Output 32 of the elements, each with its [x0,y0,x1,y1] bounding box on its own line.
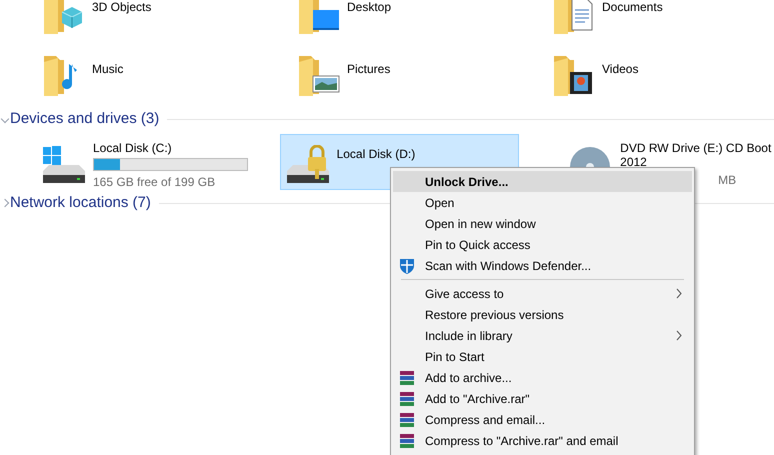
menu-item[interactable]: Give access to [393,283,692,304]
menu-item[interactable]: Pin to Quick access [393,234,692,255]
drive-tile[interactable]: Local Disk (C:) 165 GB free of 199 GB [36,134,276,190]
menu-item[interactable]: Pin to Start [393,346,692,367]
folder-name[interactable]: Videos [602,60,638,78]
menu-item[interactable]: Compress and email... [393,409,692,430]
section-header[interactable]: Devices and drives (3) [10,108,160,130]
books-icon [399,412,415,428]
menu-item[interactable]: Restore previous versions [393,304,692,325]
menu-item[interactable]: Scan with Windows Defender... [393,255,692,276]
menu-item[interactable]: Include in library [393,325,692,346]
shield-icon [399,258,415,274]
folder-name[interactable]: Documents [602,0,663,16]
books-icon [399,370,415,386]
folder-name[interactable]: Pictures [347,60,390,78]
free-space-text: MB [718,172,738,189]
folder-name[interactable]: Music [92,60,124,78]
menu-item[interactable]: Unlock Drive... [393,171,692,192]
section-header[interactable]: Network locations (7) [10,192,151,214]
drive-name: Local Disk (C:) [93,141,173,155]
menu-item[interactable]: Add to "Archive.rar" [393,388,692,409]
drive-name: DVD RW Drive (E:) CD Boot 2012 [620,141,772,169]
folder-name[interactable]: 3D Objects [92,0,152,16]
menu-item[interactable]: Compress to "Archive.rar" and email [393,430,692,451]
menu-item[interactable]: Open in new window [393,213,692,234]
drive-name: Local Disk (D:) [336,147,416,161]
menu-item[interactable]: Add to archive... [393,367,692,388]
books-icon [399,390,415,406]
menu-item[interactable]: Open [393,192,692,213]
folder-name[interactable]: Desktop [347,0,392,16]
free-space-text: 165 GB free of 199 GB [93,174,216,191]
books-icon [399,432,415,448]
